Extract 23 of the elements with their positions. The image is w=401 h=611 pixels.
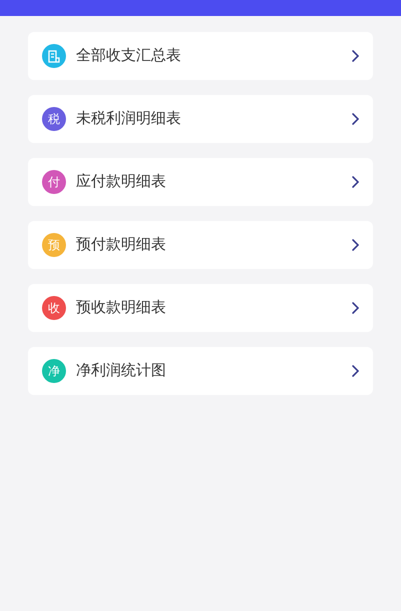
menu-item[interactable]: 收 预收款明细表 xyxy=(28,284,373,332)
item-label: 未税利润明细表 xyxy=(76,108,182,129)
chevron-right-icon xyxy=(352,113,359,125)
menu-item[interactable]: 预 预付款明细表 xyxy=(28,221,373,269)
chevron-right-icon xyxy=(352,239,359,251)
item-label: 预收款明细表 xyxy=(76,298,167,318)
chevron-right-icon xyxy=(352,302,359,314)
item-label: 净利润统计图 xyxy=(76,360,167,381)
badge-icon: 付 xyxy=(42,170,66,194)
item-label: 应付款明细表 xyxy=(76,172,167,192)
badge-icon: 税 xyxy=(42,107,66,131)
badge-icon: 收 xyxy=(42,296,66,320)
menu-item[interactable]: 全部收支汇总表 xyxy=(28,32,373,80)
menu-item[interactable]: 付 应付款明细表 xyxy=(28,158,373,206)
badge-icon: 预 xyxy=(42,233,66,257)
chevron-right-icon xyxy=(352,50,359,62)
chevron-right-icon xyxy=(352,365,359,377)
menu-item[interactable]: 税 未税利润明细表 xyxy=(28,95,373,143)
chevron-right-icon xyxy=(352,176,359,188)
menu-item[interactable]: 净 净利润统计图 xyxy=(28,347,373,395)
badge-icon: 净 xyxy=(42,359,66,383)
item-label: 全部收支汇总表 xyxy=(76,46,182,66)
item-label: 预付款明细表 xyxy=(76,234,167,255)
